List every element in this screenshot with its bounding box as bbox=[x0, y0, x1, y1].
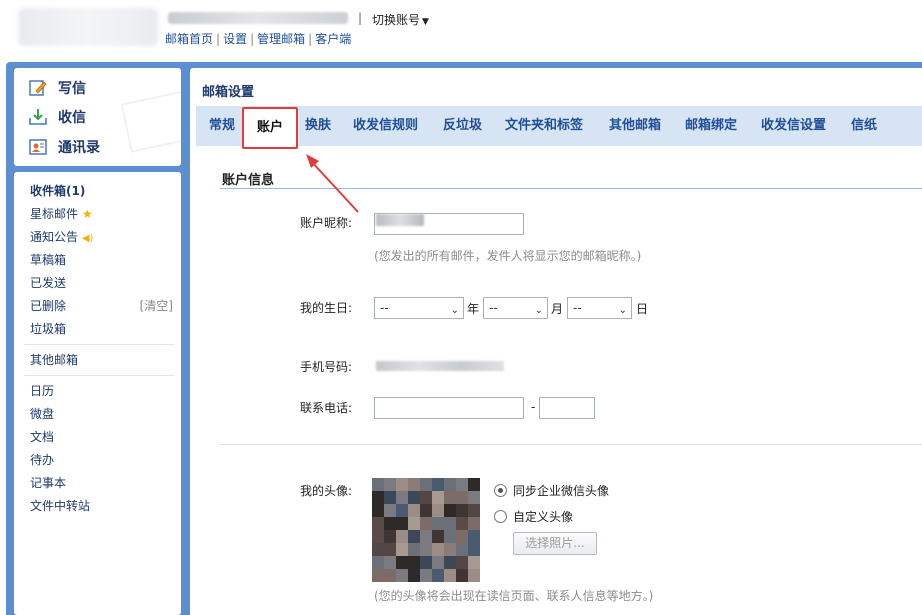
inbox-download-icon bbox=[28, 107, 48, 127]
birthday-day-select[interactable]: -- ⌄ bbox=[567, 297, 632, 319]
folder-starred[interactable]: 星标邮件 ★ bbox=[30, 205, 93, 223]
compose-button[interactable]: 写信 bbox=[28, 76, 86, 100]
header-links: 邮箱首页 | 设置 | 管理邮箱 | 客户端 bbox=[165, 32, 352, 46]
app-todo[interactable]: 待办 bbox=[30, 451, 54, 469]
caret-down-icon: ▼ bbox=[422, 17, 429, 27]
tab-send-receive-settings[interactable]: 收发信设置 bbox=[761, 106, 826, 146]
client-link[interactable]: 客户端 bbox=[315, 32, 351, 46]
annotation-arrow-icon bbox=[306, 154, 359, 213]
app-calendar[interactable]: 日历 bbox=[30, 382, 54, 400]
radio-selected-icon bbox=[494, 484, 507, 497]
header-divider: | bbox=[358, 11, 363, 25]
day-unit: 日 bbox=[636, 302, 649, 316]
clear-trash-link[interactable]: [清空] bbox=[140, 297, 173, 314]
envelope-watermark bbox=[120, 89, 181, 153]
tab-folders-labels[interactable]: 文件夹和标签 bbox=[505, 106, 583, 146]
quick-actions-panel: 写信 收信 通讯录 bbox=[14, 68, 181, 166]
settings-tabs: 常规 账户 换肤 收发信规则 反垃圾 文件夹和标签 其他邮箱 邮箱绑定 收发信设… bbox=[196, 106, 922, 149]
folder-other-mailboxes[interactable]: 其他邮箱 bbox=[30, 351, 78, 369]
nickname-value bbox=[376, 214, 424, 226]
sync-wechat-avatar-radio[interactable]: 同步企业微信头像 bbox=[494, 482, 609, 499]
mobile-value bbox=[376, 361, 504, 371]
custom-avatar-radio[interactable]: 自定义头像 bbox=[494, 508, 573, 525]
chevron-down-icon: ⌄ bbox=[618, 305, 627, 316]
chevron-down-icon: ⌄ bbox=[534, 305, 543, 316]
tab-other-mailboxes[interactable]: 其他邮箱 bbox=[609, 106, 661, 146]
folder-deleted[interactable]: 已删除 bbox=[30, 297, 66, 315]
tab-general[interactable]: 常规 bbox=[209, 106, 235, 146]
section-title: 账户信息 bbox=[222, 173, 275, 188]
birthday-year-select[interactable]: -- ⌄ bbox=[374, 297, 464, 319]
top-header: | 切换账号 ▼ 邮箱首页 | 设置 | 管理邮箱 | 客户端 bbox=[0, 0, 922, 62]
phone-label: 联系电话: bbox=[299, 401, 352, 415]
folder-spam[interactable]: 垃圾箱 bbox=[30, 320, 66, 338]
app-drive[interactable]: 微盘 bbox=[30, 405, 54, 423]
phone-dash: - bbox=[531, 400, 536, 414]
tab-account[interactable]: 账户 bbox=[242, 107, 298, 149]
month-unit: 月 bbox=[551, 302, 564, 316]
folder-notices[interactable]: 通知公告 ◀) bbox=[30, 228, 93, 246]
avatar-label: 我的头像: bbox=[299, 484, 352, 498]
app-notes[interactable]: 记事本 bbox=[30, 474, 66, 492]
folder-divider bbox=[24, 375, 174, 376]
tab-anti-spam[interactable]: 反垃圾 bbox=[443, 106, 482, 146]
mail-home-link[interactable]: 邮箱首页 bbox=[165, 32, 213, 46]
avatar bbox=[372, 478, 480, 582]
app-docs[interactable]: 文档 bbox=[30, 428, 54, 446]
folder-divider bbox=[24, 344, 174, 345]
compose-icon bbox=[28, 78, 48, 98]
folder-inbox[interactable]: 收件箱(1) bbox=[30, 182, 85, 200]
contacts-icon bbox=[28, 137, 48, 157]
year-unit: 年 bbox=[467, 302, 480, 316]
tab-mail-rules[interactable]: 收发信规则 bbox=[353, 106, 418, 146]
folder-drafts[interactable]: 草稿箱 bbox=[30, 251, 66, 269]
phone-area-input[interactable] bbox=[374, 397, 524, 419]
folder-list: 收件箱(1) 星标邮件 ★ 通知公告 ◀) 草稿箱 已发送 已删除 [清空] 垃… bbox=[14, 172, 181, 615]
tab-mailbox-binding[interactable]: 邮箱绑定 bbox=[685, 106, 737, 146]
birthday-month-select[interactable]: -- ⌄ bbox=[483, 297, 548, 319]
mobile-label: 手机号码: bbox=[299, 360, 352, 374]
birthday-label: 我的生日: bbox=[299, 301, 352, 315]
nickname-hint: (您发出的所有邮件，发件人将显示您的邮箱昵称。) bbox=[374, 249, 642, 263]
tab-skin[interactable]: 换肤 bbox=[305, 106, 331, 146]
receive-button[interactable]: 收信 bbox=[28, 105, 86, 129]
folder-sent[interactable]: 已发送 bbox=[30, 274, 66, 292]
page-title: 邮箱设置 bbox=[202, 85, 255, 100]
switch-account-button[interactable]: 切换账号 ▼ bbox=[372, 11, 429, 28]
app-file-transfer[interactable]: 文件中转站 bbox=[30, 497, 90, 515]
speaker-icon: ◀) bbox=[81, 233, 94, 244]
section-divider bbox=[220, 444, 922, 445]
contacts-button[interactable]: 通讯录 bbox=[28, 135, 100, 159]
radio-empty-icon bbox=[494, 510, 507, 523]
settings-link[interactable]: 设置 bbox=[223, 32, 247, 46]
tab-stationery[interactable]: 信纸 bbox=[851, 106, 877, 146]
manage-mailbox-link[interactable]: 管理邮箱 bbox=[257, 32, 305, 46]
avatar-hint: (您的头像将会出现在读信页面、联系人信息等地方。) bbox=[374, 589, 654, 603]
chevron-down-icon: ⌄ bbox=[450, 305, 459, 316]
account-address bbox=[168, 12, 348, 24]
phone-ext-input[interactable] bbox=[539, 397, 595, 419]
company-logo bbox=[18, 8, 158, 46]
star-icon: ★ bbox=[81, 207, 93, 221]
choose-photo-button[interactable]: 选择照片... bbox=[513, 532, 597, 555]
